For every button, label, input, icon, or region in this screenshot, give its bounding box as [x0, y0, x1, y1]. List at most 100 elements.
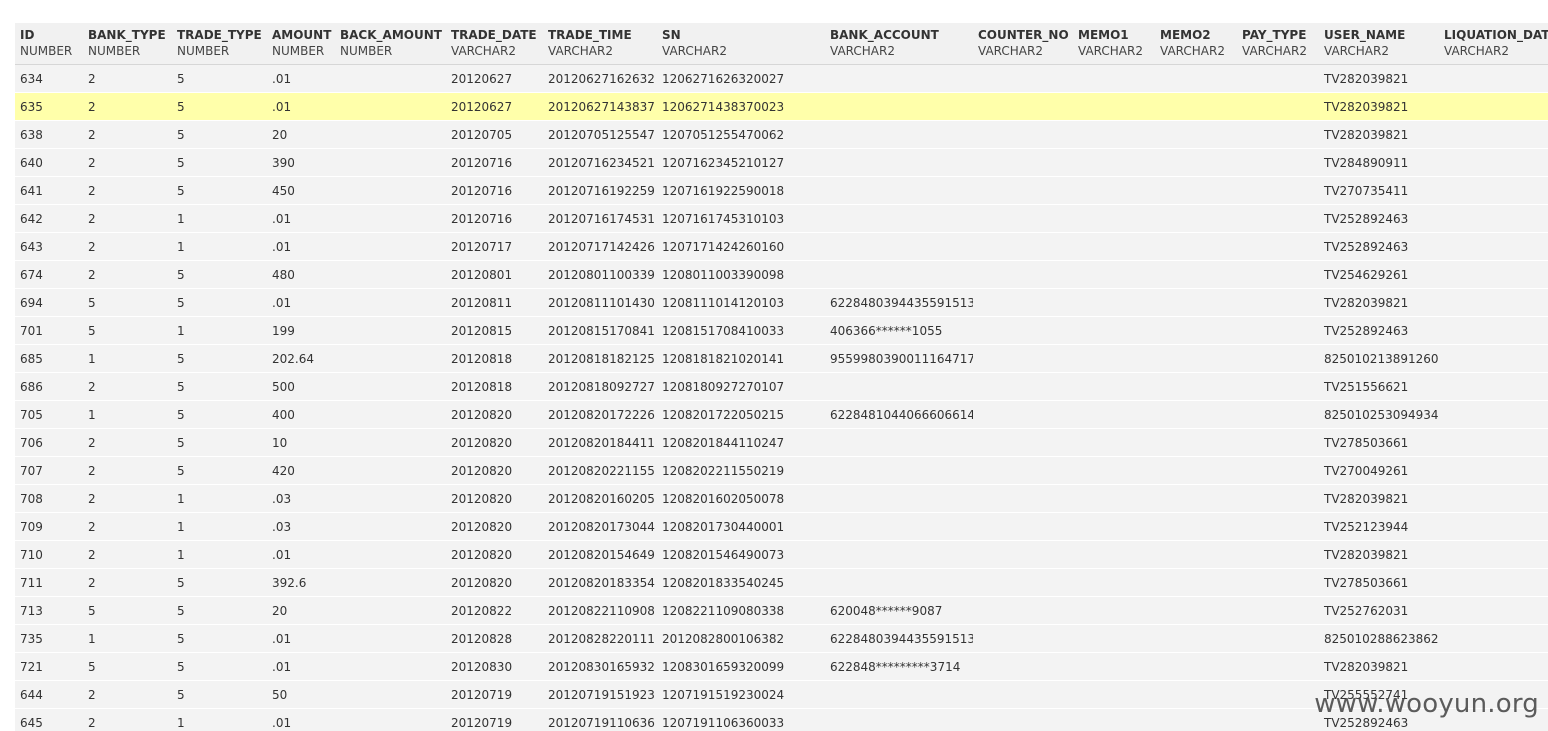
cell-id[interactable]: 674 [15, 260, 83, 289]
cell-trade-date[interactable]: 20120719 [446, 680, 543, 709]
cell-user-name[interactable]: TV278503661 [1319, 428, 1439, 457]
table-row[interactable]: 641 2 5 450 20120716 20120716192259 1207161922… [15, 176, 1548, 205]
cell-sn[interactable]: 1206271626320027 [657, 64, 825, 93]
cell-memo1[interactable] [1073, 260, 1155, 289]
table-row[interactable]: 707 2 5 420 20120820 20120820221155 1208202211… [15, 456, 1548, 485]
cell-bank-type[interactable]: 2 [83, 176, 172, 205]
cell-sn[interactable]: 1208181821020141 [657, 344, 825, 373]
cell-sn[interactable]: 1208201730440001 [657, 512, 825, 541]
cell-id[interactable]: 735 [15, 624, 83, 653]
cell-back-amount[interactable] [335, 288, 446, 317]
cell-memo2[interactable] [1155, 568, 1237, 597]
cell-memo1[interactable] [1073, 428, 1155, 457]
cell-sn[interactable]: 1208201722050215 [657, 400, 825, 429]
cell-liquation-date[interactable] [1439, 260, 1548, 289]
cell-counter-no[interactable] [973, 708, 1073, 731]
cell-user-name[interactable]: TV252892463 [1319, 316, 1439, 345]
cell-trade-type[interactable]: 1 [172, 512, 267, 541]
column-header-counter-no[interactable]: COUNTER_NO VARCHAR2 [973, 23, 1073, 65]
cell-pay-type[interactable] [1237, 64, 1319, 93]
cell-sn[interactable]: 1207191519230024 [657, 680, 825, 709]
cell-amount[interactable]: .01 [267, 92, 335, 121]
cell-pay-type[interactable] [1237, 316, 1319, 345]
cell-trade-time[interactable]: 20120716234521 [543, 148, 657, 177]
cell-id[interactable]: 705 [15, 400, 83, 429]
cell-sn[interactable]: 1208221109080338 [657, 596, 825, 625]
cell-bank-account[interactable] [825, 232, 973, 261]
cell-back-amount[interactable] [335, 708, 446, 731]
cell-id[interactable]: 711 [15, 568, 83, 597]
cell-pay-type[interactable] [1237, 260, 1319, 289]
cell-pay-type[interactable] [1237, 708, 1319, 731]
cell-memo2[interactable] [1155, 540, 1237, 569]
cell-id[interactable]: 694 [15, 288, 83, 317]
column-header-trade-type[interactable]: TRADE_TYPE NUMBER [172, 23, 267, 65]
cell-counter-no[interactable] [973, 484, 1073, 513]
cell-trade-type[interactable]: 5 [172, 344, 267, 373]
cell-memo2[interactable] [1155, 232, 1237, 261]
cell-counter-no[interactable] [973, 232, 1073, 261]
cell-back-amount[interactable] [335, 512, 446, 541]
cell-memo1[interactable] [1073, 372, 1155, 401]
cell-trade-time[interactable]: 20120818092727 [543, 372, 657, 401]
cell-back-amount[interactable] [335, 624, 446, 653]
cell-bank-account[interactable] [825, 428, 973, 457]
table-row[interactable]: 642 2 1.01 20120716 20120716174531 1207161745… [15, 204, 1548, 233]
cell-pay-type[interactable] [1237, 148, 1319, 177]
cell-user-name[interactable]: TV282039821 [1319, 288, 1439, 317]
cell-user-name[interactable]: TV270735411 [1319, 176, 1439, 205]
cell-trade-date[interactable]: 20120820 [446, 456, 543, 485]
cell-user-name[interactable]: TV270049261 [1319, 456, 1439, 485]
cell-pay-type[interactable] [1237, 456, 1319, 485]
cell-sn[interactable]: 1208201546490073 [657, 540, 825, 569]
cell-memo1[interactable] [1073, 652, 1155, 681]
cell-sn[interactable]: 1206271438370023 [657, 92, 825, 121]
cell-bank-type[interactable]: 5 [83, 652, 172, 681]
cell-user-name[interactable]: TV282039821 [1319, 484, 1439, 513]
cell-trade-date[interactable]: 20120627 [446, 92, 543, 121]
cell-trade-time[interactable]: 20120801100339 [543, 260, 657, 289]
cell-memo2[interactable] [1155, 400, 1237, 429]
cell-trade-time[interactable]: 20120830165932 [543, 652, 657, 681]
table-row[interactable]: 735 1 5.01 20120828 20120828220111 2012082800… [15, 624, 1548, 653]
cell-memo2[interactable] [1155, 456, 1237, 485]
cell-bank-account[interactable]: 6228480394435591513 [825, 624, 973, 653]
cell-id[interactable]: 634 [15, 64, 83, 93]
cell-liquation-date[interactable] [1439, 456, 1548, 485]
cell-back-amount[interactable] [335, 484, 446, 513]
table-row[interactable]: 721 5 5.01 20120830 20120830165932 1208301659… [15, 652, 1548, 681]
cell-trade-date[interactable]: 20120716 [446, 204, 543, 233]
cell-bank-account[interactable]: 6228480394435591513 [825, 288, 973, 317]
cell-trade-time[interactable]: 20120820154649 [543, 540, 657, 569]
cell-memo2[interactable] [1155, 176, 1237, 205]
cell-sn[interactable]: 1208151708410033 [657, 316, 825, 345]
cell-trade-type[interactable]: 5 [172, 456, 267, 485]
cell-trade-type[interactable]: 5 [172, 148, 267, 177]
cell-trade-type[interactable]: 5 [172, 120, 267, 149]
cell-back-amount[interactable] [335, 344, 446, 373]
cell-id[interactable]: 708 [15, 484, 83, 513]
cell-bank-account[interactable] [825, 372, 973, 401]
cell-trade-type[interactable]: 5 [172, 288, 267, 317]
cell-bank-account[interactable] [825, 512, 973, 541]
cell-counter-no[interactable] [973, 456, 1073, 485]
cell-sn[interactable]: 1207051255470062 [657, 120, 825, 149]
cell-trade-time[interactable]: 20120818182125 [543, 344, 657, 373]
cell-bank-account[interactable]: 9559980390011164717 [825, 344, 973, 373]
cell-trade-type[interactable]: 5 [172, 400, 267, 429]
cell-amount[interactable]: .01 [267, 708, 335, 731]
cell-id[interactable]: 709 [15, 512, 83, 541]
cell-user-name[interactable]: TV252892463 [1319, 232, 1439, 261]
cell-user-name[interactable]: TV282039821 [1319, 64, 1439, 93]
cell-trade-time[interactable]: 20120719151923 [543, 680, 657, 709]
cell-trade-date[interactable]: 20120716 [446, 148, 543, 177]
cell-user-name[interactable]: 825010288623862 [1319, 624, 1439, 653]
table-row[interactable]: 709 2 1.03 20120820 20120820173044 1208201730… [15, 512, 1548, 541]
cell-trade-time[interactable]: 20120820184411 [543, 428, 657, 457]
cell-amount[interactable]: 390 [267, 148, 335, 177]
cell-trade-time[interactable]: 20120627143837 [543, 92, 657, 121]
cell-memo1[interactable] [1073, 484, 1155, 513]
cell-bank-account[interactable] [825, 708, 973, 731]
cell-back-amount[interactable] [335, 64, 446, 93]
cell-bank-account[interactable]: 406366******1055 [825, 316, 973, 345]
